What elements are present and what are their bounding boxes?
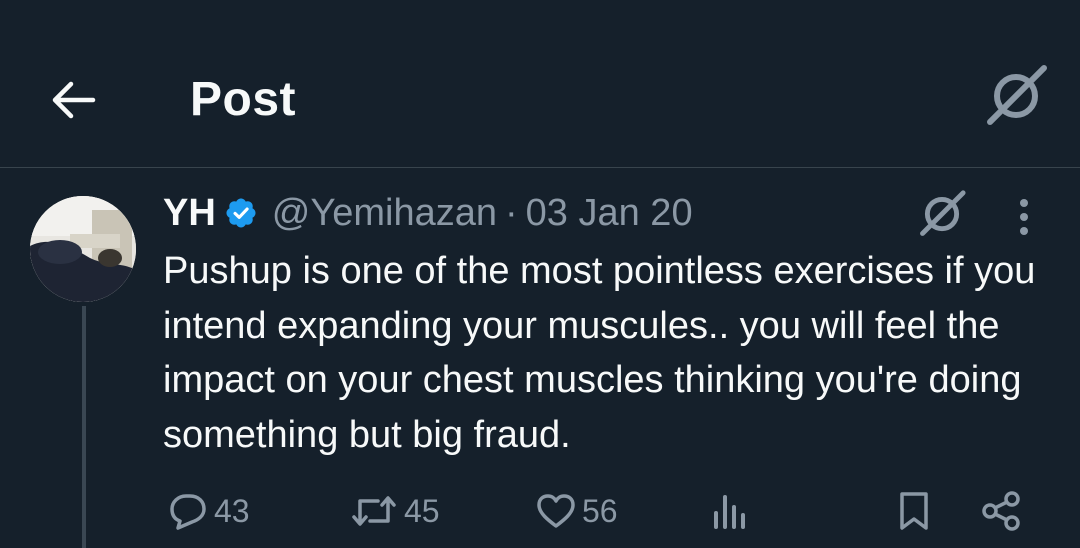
repost-button[interactable]: 45 [350, 486, 440, 536]
reply-count: 43 [214, 492, 250, 529]
more-options-button[interactable] [1002, 192, 1046, 242]
avatar[interactable] [30, 196, 136, 302]
views-button[interactable] [712, 486, 748, 536]
tweet-header: YH @Yemihazan · 03 Jan 20 [163, 188, 693, 238]
more-vertical-icon [1018, 197, 1030, 237]
like-count: 56 [582, 492, 618, 529]
grok-icon [916, 188, 968, 240]
separator: · [505, 191, 518, 234]
tweet-text: Pushup is one of the most pointless exer… [163, 250, 1036, 456]
user-handle[interactable]: @Yemihazan [272, 192, 497, 235]
bookmark-icon [897, 490, 931, 532]
share-button[interactable] [980, 486, 1022, 536]
back-button[interactable] [46, 72, 102, 128]
verified-badge-icon [224, 196, 258, 230]
grok-button[interactable] [984, 64, 1048, 128]
repost-icon [350, 491, 398, 531]
grok-explain-button[interactable] [912, 186, 972, 242]
display-name[interactable]: YH [163, 192, 216, 235]
like-button[interactable]: 56 [536, 486, 618, 536]
repost-count: 45 [404, 492, 440, 529]
views-icon [712, 491, 748, 531]
tweet-actions: 43 45 56 [0, 486, 1080, 536]
bookmark-button[interactable] [897, 486, 931, 536]
post-date[interactable]: 03 Jan 20 [526, 192, 693, 235]
grok-icon [984, 64, 1048, 128]
share-icon [980, 490, 1022, 532]
like-icon [536, 493, 576, 529]
arrow-left-icon [51, 80, 97, 120]
reply-icon [168, 492, 208, 530]
reply-button[interactable]: 43 [168, 486, 250, 536]
page-title: Post [190, 73, 297, 126]
top-bar: Post [0, 0, 1080, 168]
